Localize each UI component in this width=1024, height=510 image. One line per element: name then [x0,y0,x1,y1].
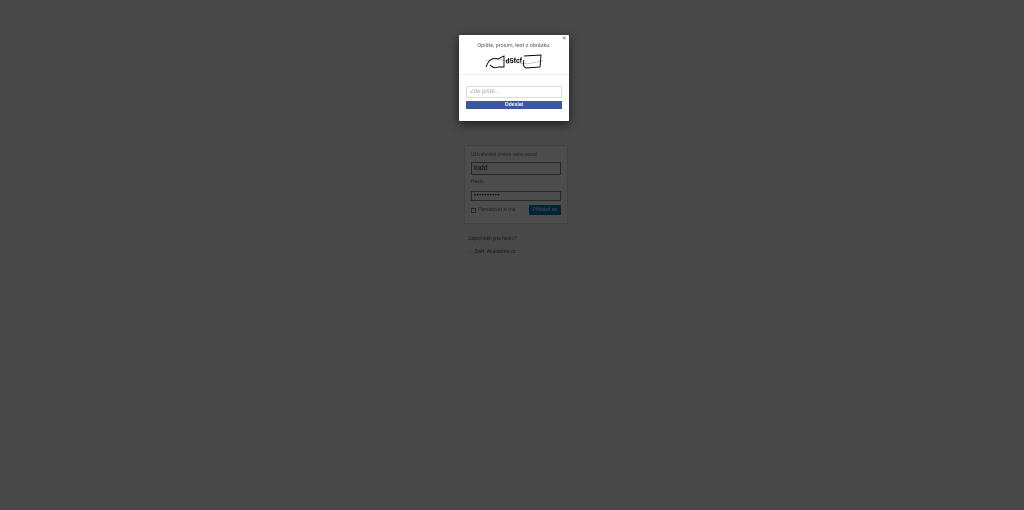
svg-text:d5fcf: d5fcf [505,57,522,66]
close-icon[interactable]: × [563,36,566,42]
captcha-modal: × Opište, prosím, text z obrázku: d5fcf … [459,35,569,121]
captcha-input[interactable] [466,86,562,98]
send-button[interactable]: Odeslat [466,101,562,109]
modal-title: Opište, prosím, text z obrázku: [463,43,565,49]
captcha-image: d5fcf [463,52,565,70]
